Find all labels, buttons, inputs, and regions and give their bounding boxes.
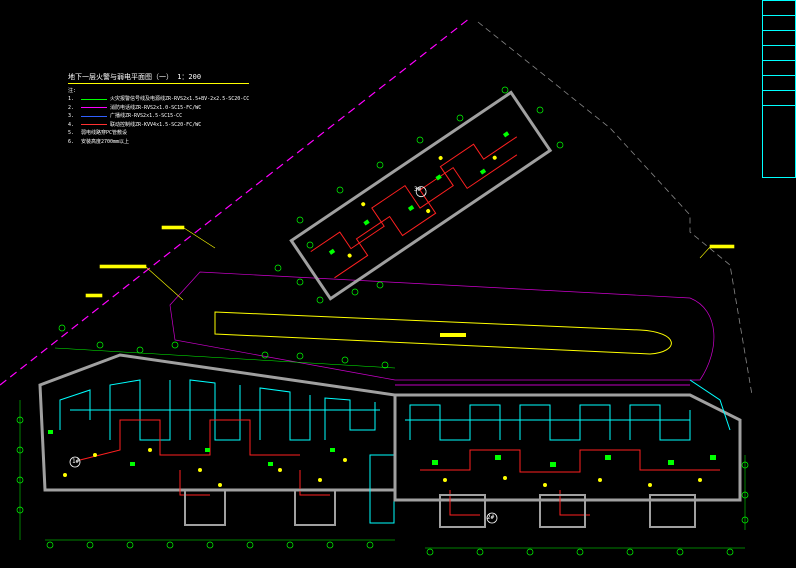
building-block-3 — [393, 379, 742, 528]
drawing-legend: 地下一层火警与弱电平面图（一） 1：200 注: 1. 火灾报警信号线及电源线ZR-… — [68, 73, 250, 147]
legend-text: 弱电线路穿PC管敷设 — [81, 130, 128, 136]
axis-bubbles-upper — [274, 86, 564, 304]
legend-row: 5. 弱电线路穿PC管敷设 — [68, 129, 249, 138]
legend-text: 消防电话线ZR-RVS2x1.0-SC15-FC/WC — [110, 104, 202, 111]
road-outline — [169, 271, 715, 381]
site-boundary-line — [477, 21, 753, 396]
legend-row: 1. 火灾报警信号线及电源线ZR-RVS2x1.5+BV-2x2.5-SC20-C… — [68, 95, 249, 104]
title-block-row — [763, 76, 795, 91]
title-block-row — [763, 16, 795, 31]
legend-key: 5. — [68, 130, 75, 136]
title-block-row — [763, 46, 795, 61]
title-block-row — [763, 91, 795, 106]
ramp-label — [440, 333, 466, 337]
title-block-row — [763, 31, 795, 46]
legend-swatch — [81, 107, 107, 109]
title-block-row — [763, 61, 795, 76]
drawing-title-block — [762, 0, 796, 178]
legend-key: 3. — [68, 113, 75, 119]
leader-labels — [85, 225, 735, 301]
legend-text: 广播线ZR-RVS2x1.5-SC15-CC — [110, 113, 183, 119]
leader-tag — [85, 293, 103, 298]
legend-row: 2. 消防电话线ZR-RVS2x1.0-SC15-FC/WC — [68, 104, 249, 113]
leader-tag — [709, 244, 735, 249]
leader-tag — [161, 225, 185, 230]
zone-label-3: 3# — [414, 186, 422, 193]
legend-text: 联动控制线ZR-KVV4x1.5-SC20-FC/WC — [110, 121, 202, 128]
building-block-2 — [38, 353, 397, 526]
legend-key: 1. — [68, 96, 75, 102]
leader-tag — [99, 264, 147, 269]
axis-bubbles-lower — [16, 324, 749, 556]
legend-text: 火灾报警信号线及电源线ZR-RVS2x1.5+BV-2x2.5-SC20-CC — [110, 96, 250, 102]
zone-label-2: 2# — [487, 514, 495, 521]
legend-row: 6. 安装高度2700mm以上 — [68, 138, 249, 147]
legend-swatch — [81, 124, 107, 126]
building-block-1 — [289, 90, 553, 301]
legend-row: 4. 联动控制线ZR-KVV4x1.5-SC20-FC/WC — [68, 121, 249, 130]
legend-key: 注: — [68, 87, 77, 94]
zone-label-1: 1# — [72, 458, 80, 465]
legend-row: 3. 广播线ZR-RVS2x1.5-SC15-CC — [68, 112, 249, 121]
legend-key: 4. — [68, 121, 75, 128]
legend-text: 安装高度2700mm以上 — [81, 138, 130, 145]
legend-key: 2. — [68, 104, 75, 111]
legend-row: 注: — [68, 87, 249, 96]
title-block-row — [763, 1, 795, 16]
legend-key: 6. — [68, 138, 75, 145]
legend-swatch — [81, 115, 107, 117]
legend-swatch — [81, 98, 107, 100]
drawing-title: 地下一层火警与弱电平面图（一） 1：200 — [68, 73, 250, 84]
